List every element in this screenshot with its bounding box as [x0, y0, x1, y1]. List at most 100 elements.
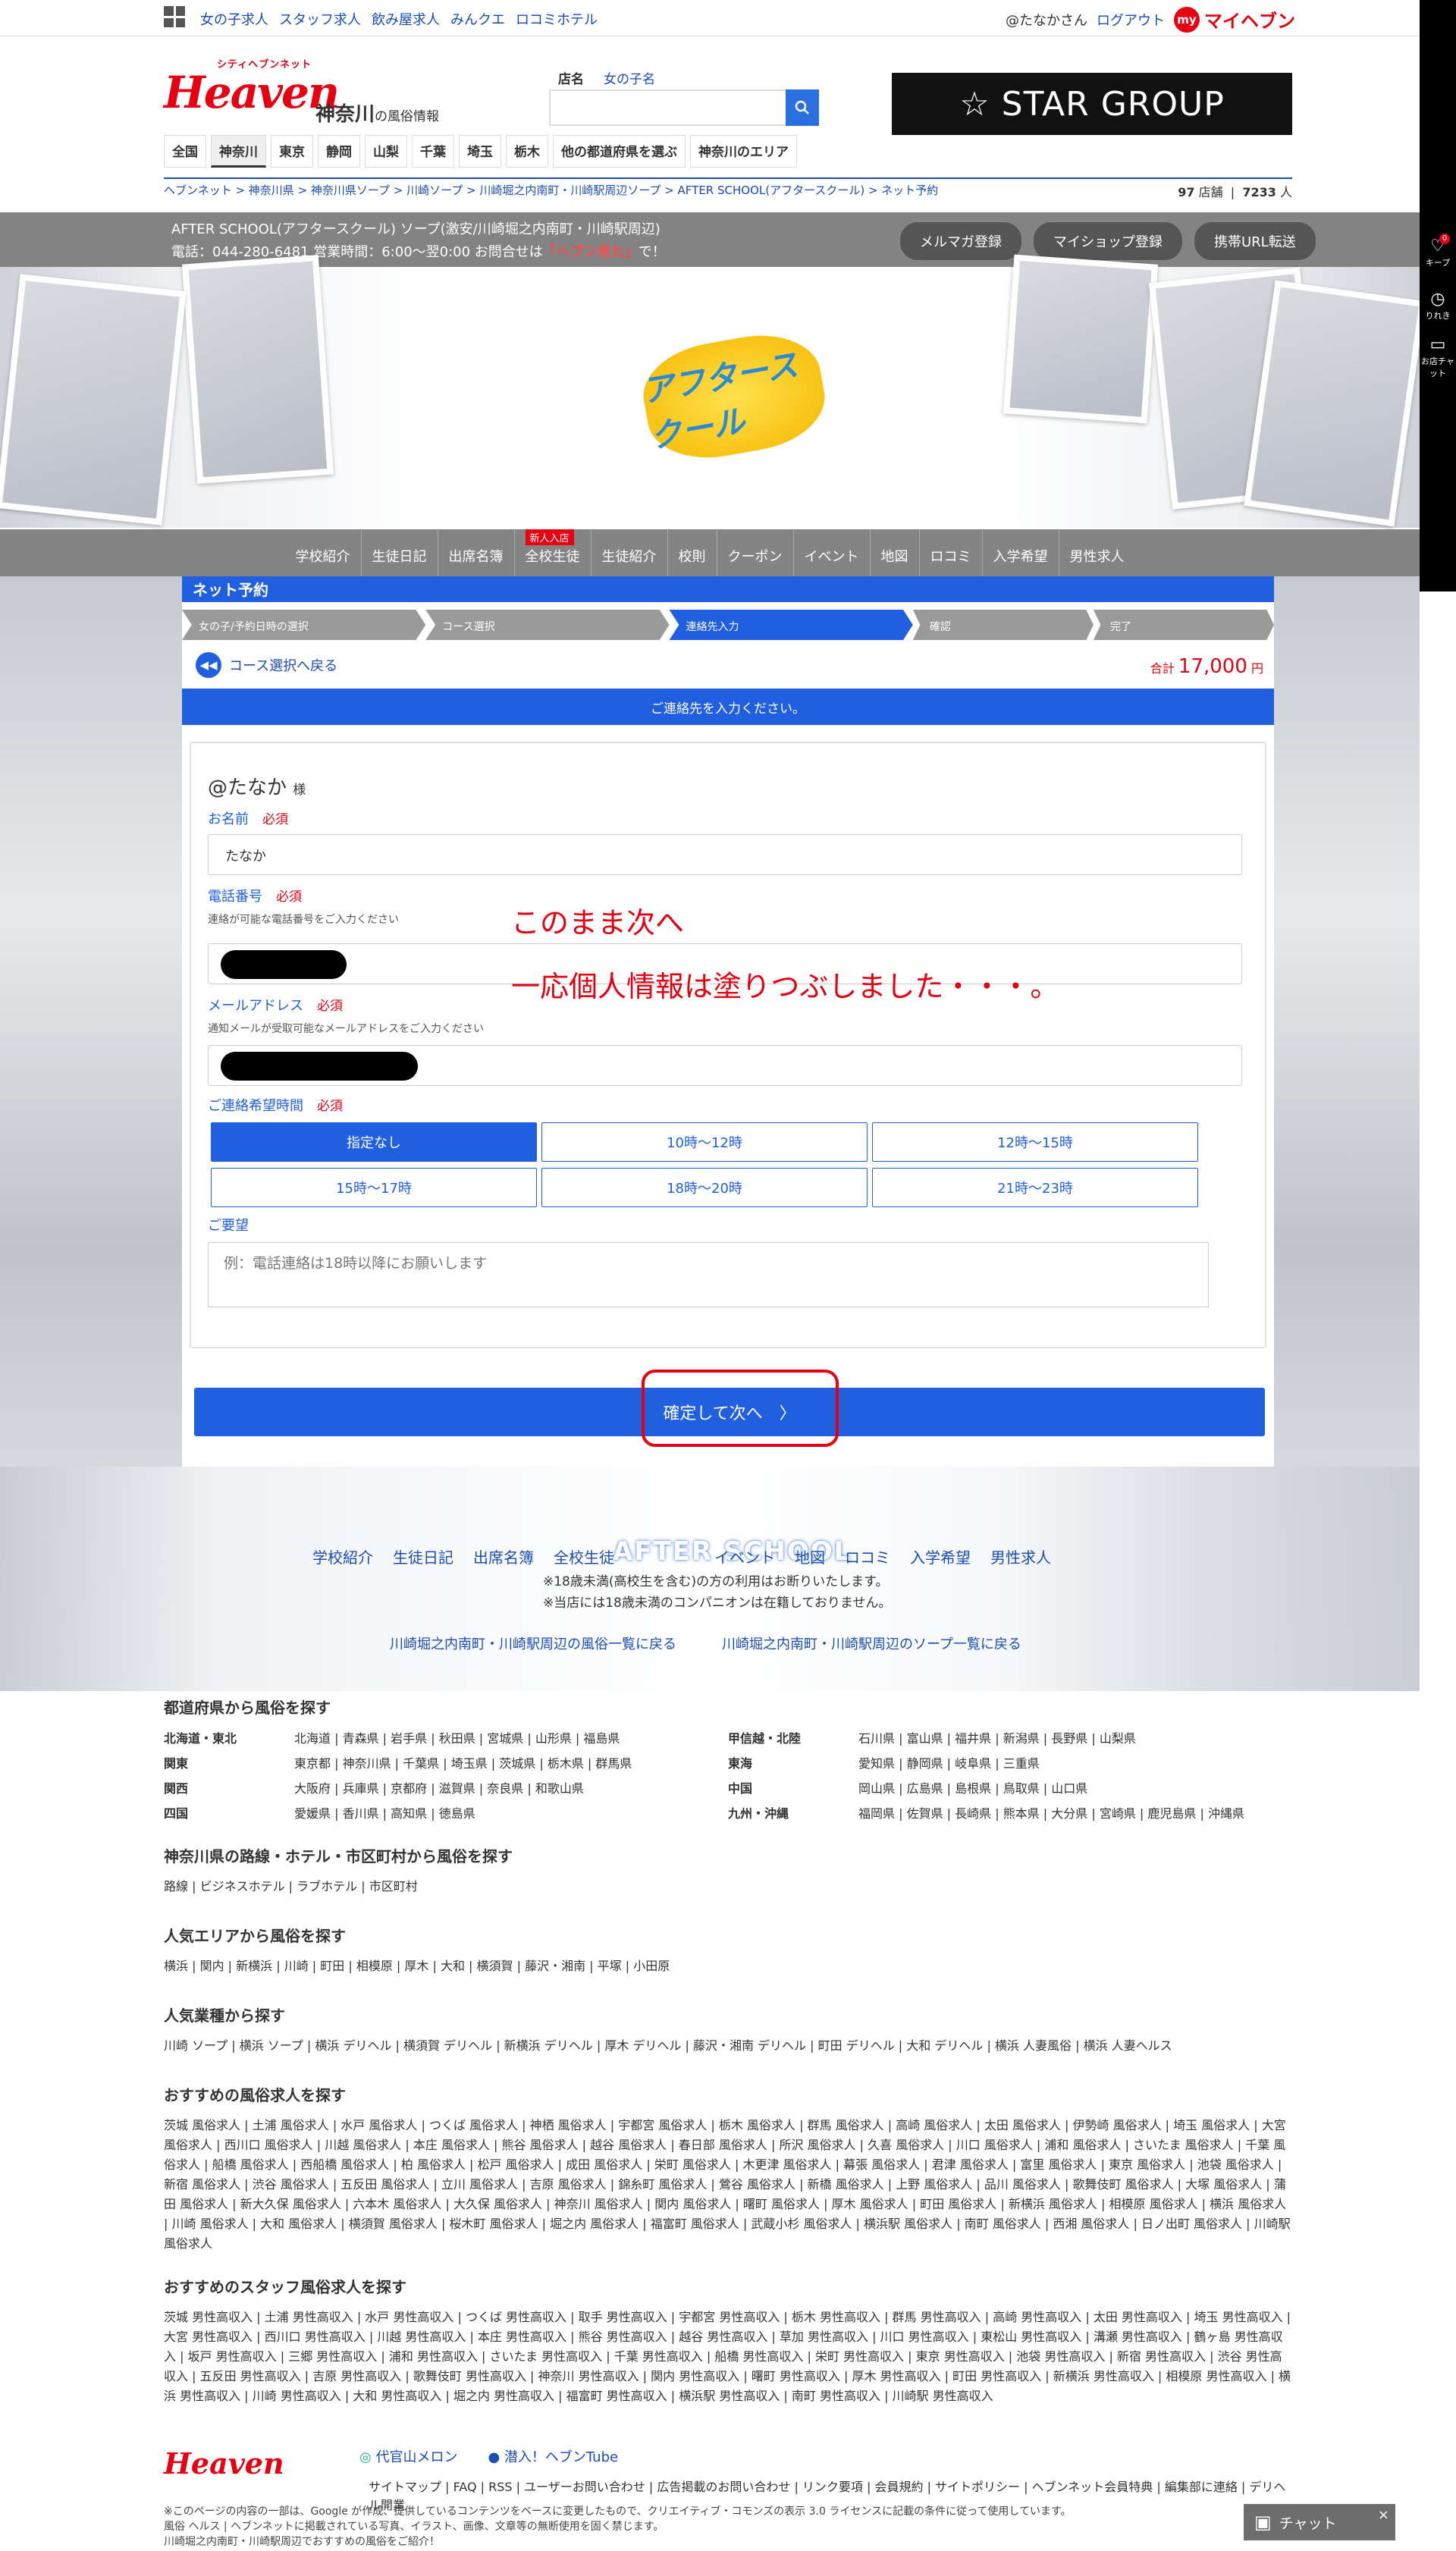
- time-option[interactable]: 15時〜17時: [211, 1168, 537, 1207]
- melon-label: 代官山メロン: [375, 2449, 458, 2465]
- pref-tab[interactable]: 神奈川のエリア: [690, 135, 797, 168]
- grid-menu-icon[interactable]: [164, 6, 185, 27]
- search-tab-girl[interactable]: 女の子名: [604, 68, 655, 87]
- search-input[interactable]: [549, 89, 819, 126]
- menu-item[interactable]: 地図: [871, 529, 920, 576]
- copy-line: 川崎堀之内南町・川崎駅周辺でおすすめの風俗をご紹介！: [164, 2536, 440, 2548]
- name-field[interactable]: たなか: [208, 834, 1242, 875]
- region-links[interactable]: 東京都 | 神奈川県 | 千葉県 | 埼玉県 | 茨城県 | 栃木県 | 群馬県: [294, 1753, 728, 1771]
- total-value: 17,000: [1178, 655, 1247, 678]
- menu-item[interactable]: 入学希望: [983, 529, 1059, 576]
- mailmag-button[interactable]: メルマガ登録: [899, 221, 1022, 261]
- lower-menu-item[interactable]: 男性求人: [990, 1545, 1051, 1567]
- route-links[interactable]: 路線 | ビジネスホテル | ラブホテル | 市区町村: [164, 1877, 1292, 1897]
- request-textarea[interactable]: 例：電話連絡は18時以降にお願いします: [208, 1242, 1209, 1307]
- time-label-text: ご連絡希望時間: [208, 1098, 303, 1114]
- close-icon[interactable]: ×: [1378, 2507, 1389, 2523]
- menu-item[interactable]: 生徒日記: [362, 529, 438, 576]
- menu-item[interactable]: 生徒紹介: [592, 529, 668, 576]
- reservation-title: ネット予約: [182, 576, 1274, 602]
- lower-menu-item[interactable]: イベント: [714, 1545, 775, 1567]
- top-nav-item[interactable]: みんクエ: [450, 9, 505, 29]
- region-links[interactable]: 石川県 | 富山県 | 福井県 | 新潟県 | 長野県 | 山梨県: [858, 1728, 1292, 1746]
- name-value: たなか: [225, 849, 266, 864]
- shop-buttons: メルマガ登録 マイショップ登録 携帯URL転送: [899, 221, 1316, 261]
- region-links[interactable]: 大阪府 | 兵庫県 | 京都府 | 滋賀県 | 奈良県 | 和歌山県: [294, 1778, 728, 1796]
- job-links[interactable]: 茨城 風俗求人 | 土浦 風俗求人 | 水戸 風俗求人 | つくば 風俗求人 |…: [164, 2116, 1292, 2254]
- age-notice: ※18歳未満(高校生を含む)の方の利用はお断りいたします。 ※当店には18歳未満…: [543, 1571, 891, 1614]
- pref-tab[interactable]: 埼玉: [459, 135, 501, 168]
- region-links[interactable]: 愛知県 | 静岡県 | 岐阜県 | 三重県: [858, 1753, 1292, 1771]
- area-fuzoku-link[interactable]: 川崎堀之内南町・川崎駅周辺の風俗一覧に戻る: [390, 1633, 676, 1653]
- footer-logo[interactable]: Heaven: [164, 2446, 284, 2480]
- pref-tab[interactable]: 山梨: [365, 135, 407, 168]
- mail-field[interactable]: [208, 1045, 1242, 1086]
- area-soap-link[interactable]: 川崎堀之内南町・川崎駅周辺のソープ一覧に戻る: [722, 1633, 1021, 1653]
- myheaven-link[interactable]: my マイヘブン: [1174, 6, 1295, 33]
- search-tab-shop[interactable]: 店名: [558, 68, 584, 87]
- region-links[interactable]: 愛媛県 | 香川県 | 高知県 | 徳島県: [294, 1803, 728, 1821]
- menu-item[interactable]: ロコミ: [920, 529, 983, 576]
- region-name: 四国: [164, 1806, 189, 1821]
- pref-tab[interactable]: 静岡: [318, 135, 360, 168]
- mobile-url-button[interactable]: 携帯URL転送: [1194, 221, 1316, 261]
- staff-job-links[interactable]: 茨城 男性高収入 | 土浦 男性高収入 | 水戸 男性高収入 | つくば 男性高…: [164, 2308, 1292, 2406]
- site-logo[interactable]: シティヘブンネット Heaven: [164, 59, 340, 118]
- top-nav-item[interactable]: 飲み屋求人: [372, 9, 440, 29]
- lower-menu-item[interactable]: 全校生徒: [554, 1545, 614, 1567]
- region-suffix: の風俗情報: [375, 109, 440, 124]
- top-nav: 女の子求人 スタッフ求人 飲み屋求人 みんクエ ロコミホテル: [200, 9, 598, 29]
- time-option-selected[interactable]: 指定なし: [211, 1122, 537, 1162]
- time-option[interactable]: 10時〜12時: [541, 1122, 868, 1162]
- top-nav-item[interactable]: 女の子求人: [200, 9, 268, 29]
- menu-item[interactable]: 学校紹介: [285, 529, 362, 576]
- menu-item[interactable]: イベント: [794, 529, 871, 576]
- genre-links[interactable]: 川崎 ソープ | 横浜 ソープ | 横浜 デリヘル | 横須賀 デリヘル | 新…: [164, 2036, 1292, 2056]
- time-option[interactable]: 18時〜20時: [541, 1168, 868, 1207]
- lower-menu-item[interactable]: 生徒日記: [393, 1545, 453, 1567]
- total-unit: 円: [1250, 661, 1263, 676]
- pref-tab[interactable]: 神奈川: [211, 135, 266, 168]
- menu-item[interactable]: 男性求人: [1059, 529, 1135, 576]
- region-links[interactable]: 北海道 | 青森県 | 岩手県 | 秋田県 | 宮城県 | 山形県 | 福島県: [294, 1728, 728, 1746]
- melon-link[interactable]: ◎ 代官山メロン: [359, 2446, 457, 2466]
- star-group-banner[interactable]: ☆ STAR GROUP: [892, 73, 1292, 135]
- name-label-text: お名前: [208, 811, 249, 827]
- menu-item[interactable]: クーポン: [717, 529, 794, 576]
- menu-item[interactable]: 出席名簿: [438, 529, 515, 576]
- top-nav-item[interactable]: ロコミホテル: [516, 9, 598, 29]
- lower-menu-item[interactable]: 学校紹介: [312, 1545, 373, 1567]
- request-placeholder: 例：電話連絡は18時以降にお願いします: [224, 1255, 488, 1272]
- region-links[interactable]: 岡山県 | 広島県 | 島根県 | 鳥取県 | 山口県: [858, 1778, 1292, 1796]
- logout-link[interactable]: ログアウト: [1097, 10, 1165, 30]
- lower-menu-item[interactable]: 入学希望: [910, 1545, 971, 1567]
- pref-tab[interactable]: 千葉: [412, 135, 454, 168]
- top-nav-item[interactable]: スタッフ求人: [279, 9, 361, 29]
- lower-menu-item[interactable]: ロコミ: [845, 1545, 890, 1567]
- lower-menu-item[interactable]: 地図: [795, 1545, 825, 1567]
- pref-tab[interactable]: 栃木: [506, 135, 548, 168]
- chat-widget[interactable]: ▣ チャット ×: [1244, 2504, 1395, 2540]
- back-to-course-link[interactable]: ◀◀ コース選択へ戻る: [196, 652, 337, 678]
- search-button[interactable]: [786, 89, 819, 126]
- shop-phone-suffix: で！: [638, 244, 666, 260]
- region-links[interactable]: 福岡県 | 佐賀県 | 長崎県 | 熊本県 | 大分県 | 宮崎県 | 鹿児島県…: [858, 1803, 1292, 1821]
- pref-tab[interactable]: 全国: [164, 135, 206, 168]
- tube-link[interactable]: ● 潜入！ヘブンTube: [488, 2446, 618, 2466]
- shop-phone-em: 「ヘブン見た」: [542, 244, 639, 260]
- pref-tab[interactable]: 東京: [271, 135, 313, 168]
- time-option[interactable]: 21時〜23時: [872, 1168, 1198, 1207]
- pref-tab[interactable]: 他の都道府県を選ぶ: [553, 135, 686, 168]
- breadcrumb-text[interactable]: ヘブンネット > 神奈川県 > 神奈川県ソープ > 川崎ソープ > 川崎堀之内南…: [164, 184, 938, 197]
- menu-item-students[interactable]: 新人入店 全校生徒: [515, 529, 592, 576]
- shop-chat-button[interactable]: ▭ お店チャット: [1420, 329, 1456, 382]
- step: 完了: [1093, 610, 1274, 640]
- lower-menu-item[interactable]: 出席名簿: [473, 1545, 534, 1567]
- region-table: 北海道・東北 北海道 | 青森県 | 岩手県 | 秋田県 | 宮城県 | 山形県…: [164, 1728, 1292, 1821]
- time-option[interactable]: 12時〜15時: [872, 1122, 1198, 1162]
- keep-button[interactable]: 0 ♡ キープ: [1420, 231, 1456, 284]
- menu-item[interactable]: 校則: [668, 529, 717, 576]
- myshop-button[interactable]: マイショップ登録: [1033, 221, 1183, 261]
- area-links[interactable]: 横浜 | 関内 | 新横浜 | 川崎 | 町田 | 相模原 | 厚木 | 大和 …: [164, 1956, 1292, 1976]
- region-name: 甲信越・北陸: [728, 1731, 802, 1746]
